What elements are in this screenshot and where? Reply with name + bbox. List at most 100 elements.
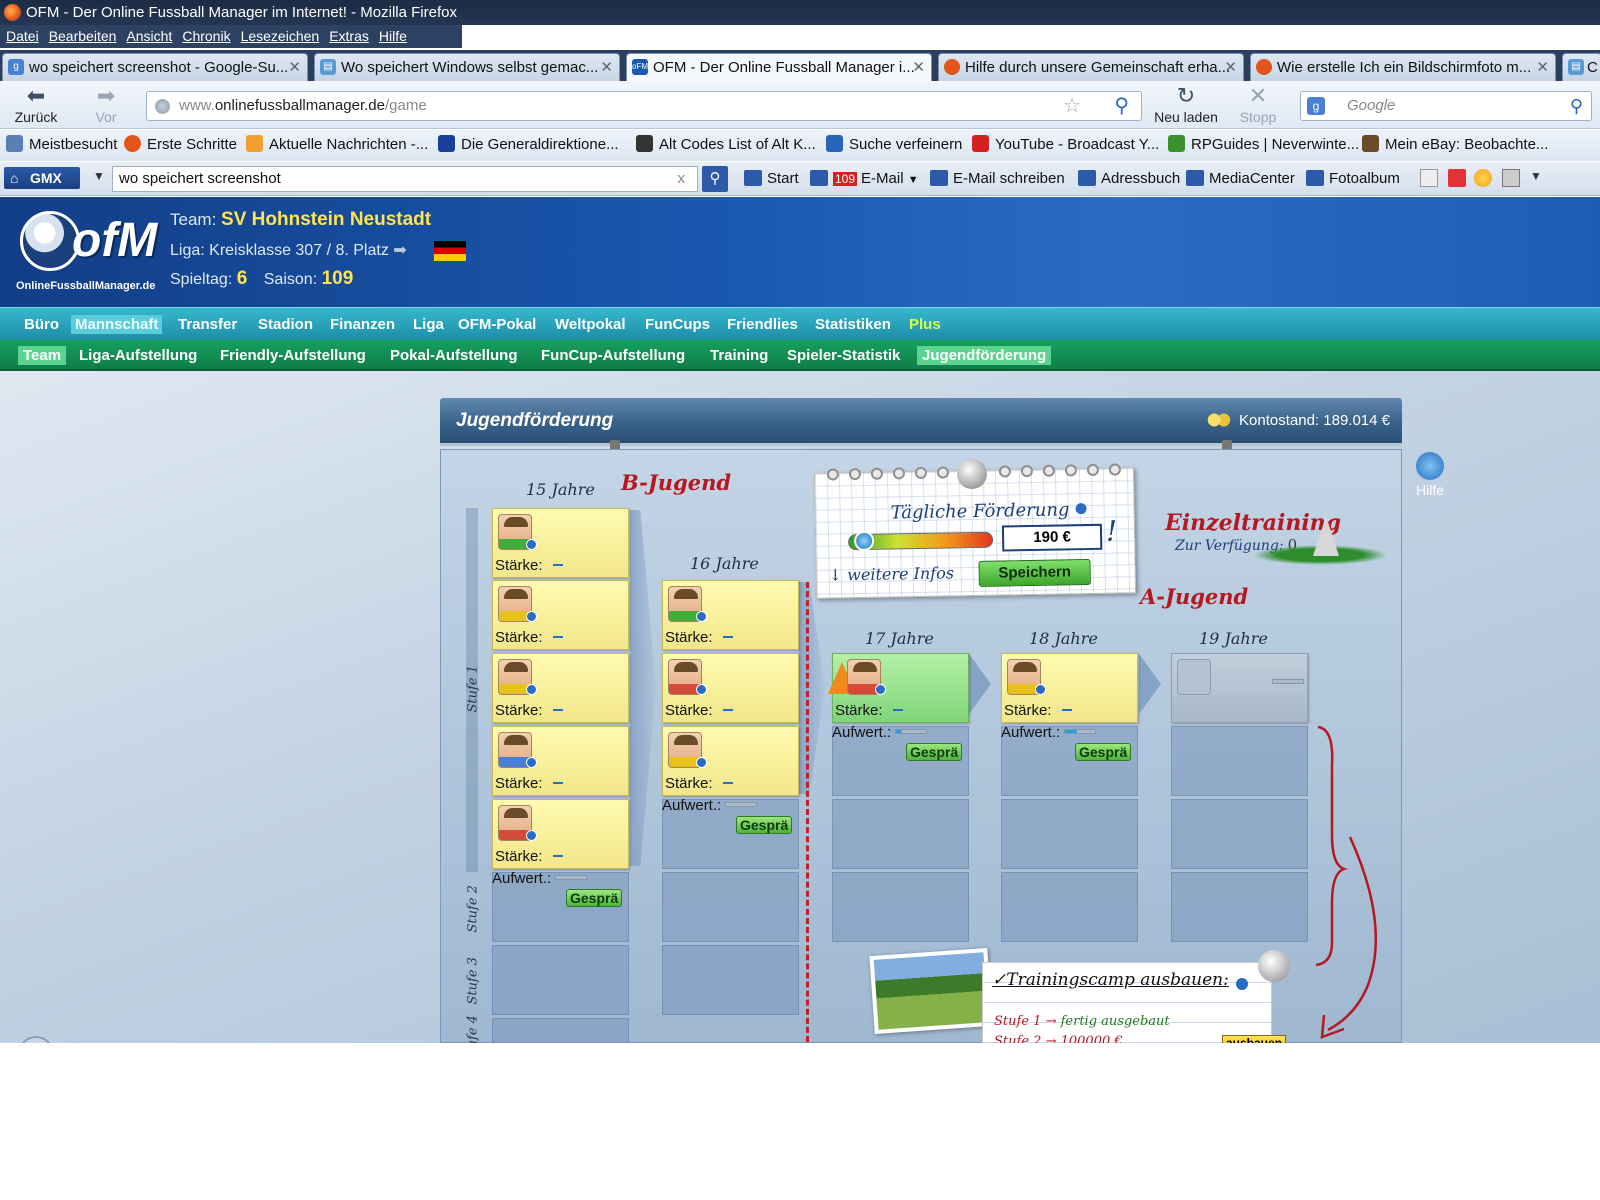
help-button[interactable]: Hilfe	[1410, 452, 1450, 498]
ebay-icon[interactable]	[1448, 169, 1466, 187]
weather-icon[interactable]	[1474, 169, 1492, 187]
info-icon[interactable]	[526, 757, 537, 768]
tab-bildschirmfoto[interactable]: Wie erstelle Ich ein Bildschirmfoto m...…	[1250, 53, 1556, 81]
tab-hilfe-gemeinschaft[interactable]: Hilfe durch unsere Gemeinschaft erha... …	[938, 53, 1244, 81]
info-icon[interactable]	[1075, 503, 1087, 515]
subnav-spieler-statistik[interactable]: Spieler-Statistik	[782, 346, 905, 365]
bookmark-ebay[interactable]: Mein eBay: Beobachte...	[1362, 135, 1548, 155]
player-card[interactable]: Stärke:	[492, 580, 629, 650]
subnav-pokal-aufstellung[interactable]: Pokal-Aufstellung	[385, 346, 523, 365]
player-card[interactable]: Stärke:	[828, 653, 969, 723]
back-button[interactable]: ⬅ Zurück	[6, 83, 66, 125]
bookmark-erste-schritte[interactable]: Erste Schritte	[124, 135, 237, 155]
search-input[interactable]: g Google ⚲	[1300, 91, 1592, 121]
subnav-friendly-aufstellung[interactable]: Friendly-Aufstellung	[215, 346, 371, 365]
more-info-link[interactable]: ↓ weitere Infos	[829, 563, 955, 584]
subnav-jugendfoerderung[interactable]: Jugendförderung	[917, 346, 1052, 365]
bookmark-nachrichten[interactable]: Aktuelle Nachrichten -...	[246, 135, 428, 155]
player-card[interactable]: Stärke:	[662, 726, 799, 796]
clear-icon[interactable]: x	[678, 167, 686, 191]
gmx-photoalbum-link[interactable]: Fotoalbum	[1306, 169, 1400, 189]
tab-google-search[interactable]: g wo speichert screenshot - Google-Su...…	[2, 53, 308, 81]
search-icon[interactable]: ⚲	[1570, 92, 1583, 120]
gmx-start-link[interactable]: Start	[744, 169, 799, 189]
nav-weltpokal[interactable]: Weltpokal	[551, 315, 630, 334]
chevron-down-icon[interactable]: ▼	[93, 169, 105, 183]
info-icon[interactable]	[1236, 978, 1248, 990]
ofm-logo[interactable]: ofM OnlineFussballManager.de	[14, 203, 157, 297]
nav-ofm-pokal[interactable]: OFM-Pokal	[454, 315, 540, 334]
training-cone-icon[interactable]	[1313, 516, 1339, 556]
talk-button[interactable]: Gesprä	[736, 816, 793, 834]
menu-datei[interactable]: Datei	[2, 25, 43, 48]
talk-button[interactable]: Gesprä	[906, 743, 963, 761]
search-icon[interactable]: ⚲	[702, 166, 728, 192]
info-icon[interactable]	[526, 830, 537, 841]
info-icon[interactable]	[696, 757, 707, 768]
gmx-mail-link[interactable]: 109 E-Mail ▼	[810, 169, 919, 190]
nav-liga[interactable]: Liga	[409, 315, 448, 334]
gmx-mediacenter-link[interactable]: MediaCenter	[1186, 169, 1295, 189]
chevron-down-icon[interactable]: ▼	[1530, 169, 1542, 183]
reload-button[interactable]: ↻ Neu laden	[1148, 83, 1224, 125]
liga-value[interactable]: Kreisklasse 307	[209, 242, 322, 259]
player-card[interactable]: Stärke:	[492, 726, 629, 796]
nav-transfer[interactable]: Transfer	[174, 315, 241, 334]
gmx-compose-link[interactable]: E-Mail schreiben	[930, 169, 1065, 189]
menu-extras[interactable]: Extras	[325, 25, 373, 48]
forward-button[interactable]: ➡ Vor	[76, 83, 136, 125]
url-input[interactable]: www.onlinefussballmanager.de/game ☆ ⚲	[146, 91, 1142, 121]
bookmark-alt-codes[interactable]: Alt Codes List of Alt K...	[636, 135, 816, 155]
nav-statistiken[interactable]: Statistiken	[811, 315, 895, 334]
info-icon[interactable]	[526, 611, 537, 622]
table-place[interactable]: 8. Platz	[335, 242, 388, 259]
talk-button[interactable]: Gesprä	[1075, 743, 1132, 761]
bookmark-suche-verfeinern[interactable]: Suche verfeinern	[826, 135, 962, 155]
menu-ansicht[interactable]: Ansicht	[122, 25, 176, 48]
subnav-team[interactable]: Team	[18, 346, 67, 365]
menu-chronik[interactable]: Chronik	[178, 25, 234, 48]
info-icon[interactable]	[1035, 684, 1046, 695]
nav-stadion[interactable]: Stadion	[254, 315, 317, 334]
menu-lesezeichen[interactable]: Lesezeichen	[237, 25, 324, 48]
nav-finanzen[interactable]: Finanzen	[326, 315, 399, 334]
info-icon[interactable]	[875, 684, 886, 695]
news-icon[interactable]	[1502, 169, 1520, 187]
nav-mannschaft[interactable]: Mannschaft	[71, 315, 163, 334]
bookmark-youtube[interactable]: YouTube - Broadcast Y...	[972, 135, 1159, 155]
close-icon[interactable]: ✕	[912, 54, 925, 81]
nav-buero[interactable]: Büro	[20, 315, 63, 334]
player-card[interactable]: Stärke:	[492, 799, 629, 869]
bookmark-generaldirektion[interactable]: Die Generaldirektione...	[438, 135, 619, 155]
info-icon[interactable]	[696, 611, 707, 622]
tab-windows-screenshot[interactable]: ▤ Wo speichert Windows selbst gemac... ✕	[314, 53, 620, 81]
menu-hilfe[interactable]: Hilfe	[375, 25, 411, 48]
gmx-addressbook-link[interactable]: Adressbuch	[1078, 169, 1180, 189]
menu-bearbeiten[interactable]: Bearbeiten	[45, 25, 121, 48]
bookmark-meistbesucht[interactable]: Meistbesucht	[6, 135, 117, 155]
chevron-down-icon[interactable]: ▼	[908, 174, 919, 186]
info-icon[interactable]	[526, 684, 537, 695]
gmx-logo-button[interactable]: ⌂ GMX	[4, 167, 80, 189]
close-icon[interactable]: ✕	[600, 54, 613, 81]
info-icon[interactable]	[526, 539, 537, 550]
bookmark-star-icon[interactable]: ☆	[1063, 92, 1081, 120]
subnav-liga-aufstellung[interactable]: Liga-Aufstellung	[74, 346, 202, 365]
google-icon[interactable]: g	[1307, 97, 1325, 115]
nav-plus[interactable]: Plus	[905, 315, 945, 334]
save-button[interactable]: Speichern	[978, 558, 1091, 587]
search-icon[interactable]: ⚲	[1114, 92, 1129, 120]
close-icon[interactable]: ✕	[1224, 54, 1237, 81]
player-card[interactable]: Stärke:	[492, 508, 629, 578]
player-card[interactable]: Stärke:	[662, 653, 799, 723]
funding-amount-field[interactable]: 190 €	[1001, 523, 1103, 552]
gmx-search-input[interactable]: wo speichert screenshot x	[112, 166, 698, 192]
amazon-icon[interactable]	[1420, 169, 1438, 187]
tab-overflow[interactable]: ▤ C	[1562, 53, 1600, 81]
player-card[interactable]: Stärke:	[1001, 653, 1138, 723]
player-card[interactable]: Stärke:	[662, 580, 799, 650]
info-icon[interactable]	[696, 684, 707, 695]
bookmark-rpguides[interactable]: RPGuides | Neverwinte...	[1168, 135, 1359, 155]
nav-friendlies[interactable]: Friendlies	[723, 315, 802, 334]
close-icon[interactable]: ✕	[288, 54, 301, 81]
